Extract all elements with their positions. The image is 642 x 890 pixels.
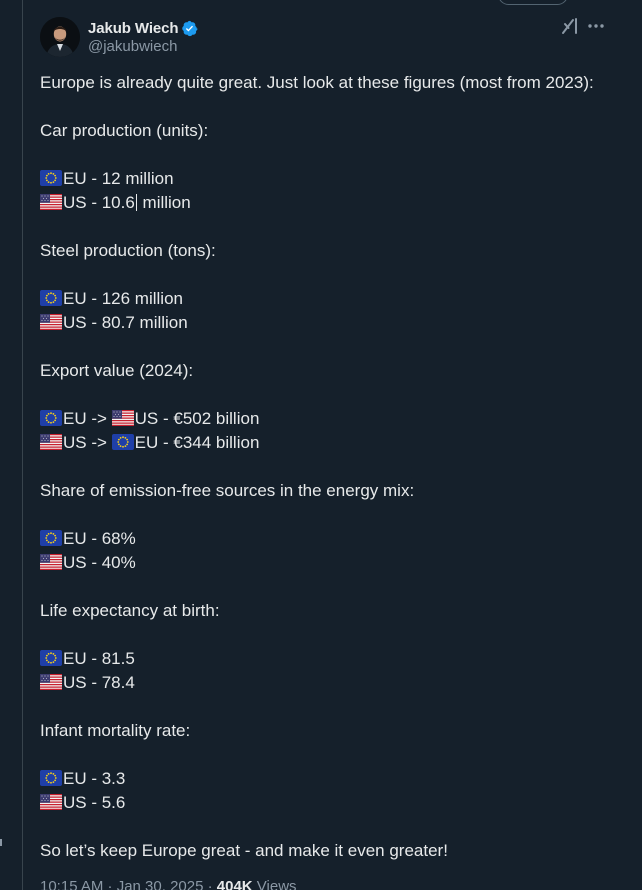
eu-flag-icon [40,650,62,666]
eu-flag-icon [40,170,62,186]
us-flag-icon [40,194,62,210]
steel-production-us: US - 80.7 million [40,311,620,335]
life-expectancy-eu: EU - 81.5 [40,647,620,671]
infant-us-value: US - 5.6 [63,793,126,812]
infant-mortality-heading: Infant mortality rate: [40,721,191,740]
avatar-image [40,17,80,57]
eu-flag-icon [40,290,62,306]
views-label: Views [252,878,297,890]
eu-flag-icon [40,410,62,426]
us-flag-icon [112,410,134,426]
energy-eu-value: EU - 68% [63,529,136,548]
steel-production-heading: Steel production (tons): [40,241,216,260]
eu-flag-icon [112,434,134,450]
us-flag-icon [40,314,62,330]
avatar[interactable] [40,17,80,57]
export-eu-us-prefix: EU -> [63,409,112,428]
verified-badge-icon [182,20,199,36]
top-pill-button[interactable] [498,0,568,5]
steel-us-value: US - 80.7 million [63,313,188,332]
export-us-eu-value: EU - €344 billion [134,433,260,452]
infant-eu-value: EU - 3.3 [63,769,126,788]
steel-production-eu: EU - 126 million [40,287,620,311]
grok-icon [562,18,577,34]
post-page: Jakub Wiech @jakubwiech Europe is alread… [0,0,642,890]
author-name-row[interactable]: Jakub Wiech [88,18,199,38]
infant-mortality-us: US - 5.6 [40,791,620,815]
export-eu-to-us: EU -> US - €502 billion [40,407,620,431]
car-production-us: US - 10.6 million [40,191,620,215]
text-cursor [135,194,137,211]
infant-mortality-eu: EU - 3.3 [40,767,620,791]
life-us-value: US - 78.4 [63,673,135,692]
steel-eu-value: EU - 126 million [63,289,183,308]
car-production-heading: Car production (units): [40,121,209,140]
more-icon [588,24,604,28]
energy-mix-eu: EU - 68% [40,527,620,551]
car-production-eu: EU - 12 million [40,167,620,191]
thread-rail-line [22,0,23,890]
life-expectancy-us: US - 78.4 [40,671,620,695]
energy-us-value: US - 40% [63,553,136,572]
views-count: 404K [216,878,253,890]
author-display-name[interactable]: Jakub Wiech [88,20,179,37]
author-handle[interactable]: @jakubwiech [88,38,177,55]
more-options-button[interactable] [586,16,606,36]
us-flag-icon [40,674,62,690]
life-eu-value: EU - 81.5 [63,649,135,668]
life-expectancy-heading: Life expectancy at birth: [40,601,220,620]
post-closing: So let’s keep Europe great - and make it… [40,841,448,860]
car-eu-value: EU - 12 million [63,169,174,188]
export-eu-us-value: US - €502 billion [134,409,260,428]
post-body: Europe is already quite great. Just look… [40,71,620,863]
post-meta: 10:15 AM · Jan 30, 2025 · 404K Views [40,878,297,890]
us-flag-icon [40,554,62,570]
car-us-value: US - 10.6 [63,193,135,212]
post-intro: Europe is already quite great. Just look… [40,73,594,92]
car-us-unit: million [137,193,191,212]
export-value-heading: Export value (2024): [40,361,194,380]
export-us-eu-prefix: US -> [63,433,112,452]
eu-flag-icon [40,770,62,786]
us-flag-icon [40,434,62,450]
energy-mix-heading: Share of emission-free sources in the en… [40,481,415,500]
us-flag-icon [40,794,62,810]
post-timestamp[interactable]: 10:15 AM · Jan 30, 2025 · [40,878,217,890]
export-us-to-eu: US -> EU - €344 billion [40,431,620,455]
left-edge-marker [0,839,2,846]
grok-button[interactable] [560,16,580,36]
energy-mix-us: US - 40% [40,551,620,575]
eu-flag-icon [40,530,62,546]
